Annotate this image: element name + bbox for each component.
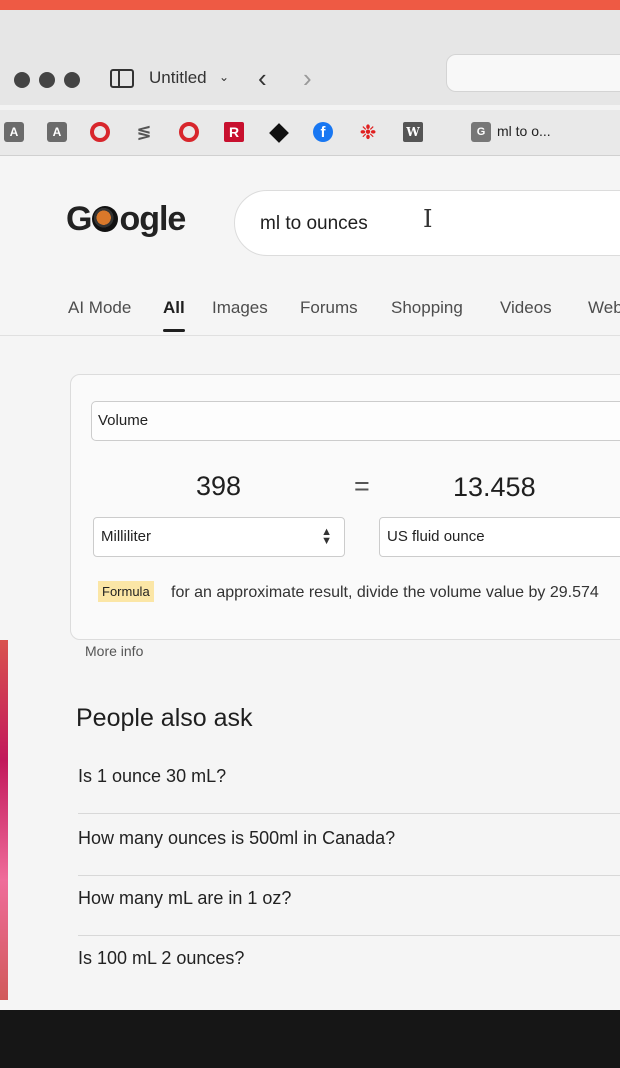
- text-cursor-icon: I: [423, 205, 433, 233]
- tab-all[interactable]: All: [163, 298, 185, 332]
- facebook-icon[interactable]: f: [313, 122, 333, 142]
- question-item[interactable]: How many mL are in 1 oz?: [78, 876, 620, 936]
- to-unit-label: US fluid ounce: [387, 528, 485, 545]
- more-info-link[interactable]: More info: [85, 643, 143, 659]
- search-input[interactable]: ml to ounces I: [234, 190, 620, 256]
- google-results-page: Gogle ml to ounces I AI Mode All Images …: [0, 156, 620, 1020]
- unit-converter-card: Volume 398 = 13.458 Milliliter ▲ ▼ US flu…: [70, 374, 620, 640]
- to-value-input[interactable]: 13.458: [453, 472, 536, 503]
- tab-ai-mode[interactable]: AI Mode: [68, 298, 131, 318]
- from-unit-select[interactable]: Milliliter ▲ ▼: [93, 517, 345, 557]
- people-also-ask-heading: People also ask: [76, 704, 253, 732]
- cbc-icon[interactable]: ❉: [358, 122, 378, 144]
- equals-sign: =: [354, 471, 370, 501]
- question-item[interactable]: How many ounces is 500ml in Canada?: [78, 816, 620, 876]
- unit-type-select[interactable]: Volume: [91, 401, 620, 441]
- chevron-down-icon[interactable]: ⌄: [219, 70, 229, 84]
- to-unit-select[interactable]: US fluid ounce: [379, 517, 620, 557]
- diamond-icon[interactable]: [269, 123, 289, 143]
- from-value-input[interactable]: 398: [171, 471, 266, 502]
- minimize-window-button[interactable]: [39, 72, 55, 88]
- bookmarks-bar: A A ≶ R f ❉ W G ml to o...: [0, 110, 620, 156]
- stack-icon[interactable]: ≶: [134, 122, 154, 142]
- a-icon[interactable]: A: [4, 122, 24, 142]
- formula-text: for an approximate result, divide the vo…: [171, 584, 599, 601]
- question-item[interactable]: Is 1 ounce 30 mL?: [78, 754, 620, 814]
- doodle-icon: [92, 206, 119, 232]
- browser-window: Untitled ⌄ ‹ › A A ≶ R f ❉ W G ml to o..…: [0, 10, 620, 1020]
- address-bar[interactable]: [446, 54, 620, 92]
- sidebar-toggle-icon[interactable]: [110, 69, 134, 88]
- r-logo-icon[interactable]: R: [224, 122, 244, 142]
- tab-shopping[interactable]: Shopping: [391, 298, 463, 318]
- tab-videos[interactable]: Videos: [500, 298, 552, 318]
- a-icon[interactable]: A: [47, 122, 67, 142]
- tab-group-title[interactable]: Untitled: [149, 68, 207, 88]
- red-ring-icon[interactable]: [90, 122, 110, 142]
- search-tabs: AI Mode All Images Forums Shopping Video…: [0, 286, 620, 336]
- top-color-strip: [0, 0, 620, 10]
- wikipedia-icon[interactable]: W: [403, 122, 423, 142]
- formula-badge: Formula: [98, 581, 154, 602]
- question-item[interactable]: Is 100 mL 2 ounces?: [78, 936, 620, 996]
- bookmark-label-ml-to-ounces[interactable]: ml to o...: [497, 123, 551, 139]
- background-edge: [0, 640, 8, 1000]
- zoom-window-button[interactable]: [64, 72, 80, 88]
- screen-bezel: [0, 1010, 620, 1068]
- google-logo[interactable]: Gogle: [66, 200, 186, 239]
- tab-images[interactable]: Images: [212, 298, 268, 318]
- close-window-button[interactable]: [14, 72, 30, 88]
- select-arrows-icon: ▲ ▼: [321, 526, 332, 547]
- title-bar: Untitled ⌄ ‹ ›: [0, 10, 620, 105]
- red-ring-icon[interactable]: [179, 122, 199, 142]
- search-query-text: ml to ounces: [260, 213, 368, 234]
- forward-arrow-icon[interactable]: ›: [303, 63, 312, 94]
- google-icon[interactable]: G: [471, 122, 491, 142]
- tab-forums[interactable]: Forums: [300, 298, 358, 318]
- back-arrow-icon[interactable]: ‹: [258, 63, 267, 94]
- from-unit-label: Milliliter: [101, 528, 151, 545]
- tab-web[interactable]: Web: [588, 298, 620, 318]
